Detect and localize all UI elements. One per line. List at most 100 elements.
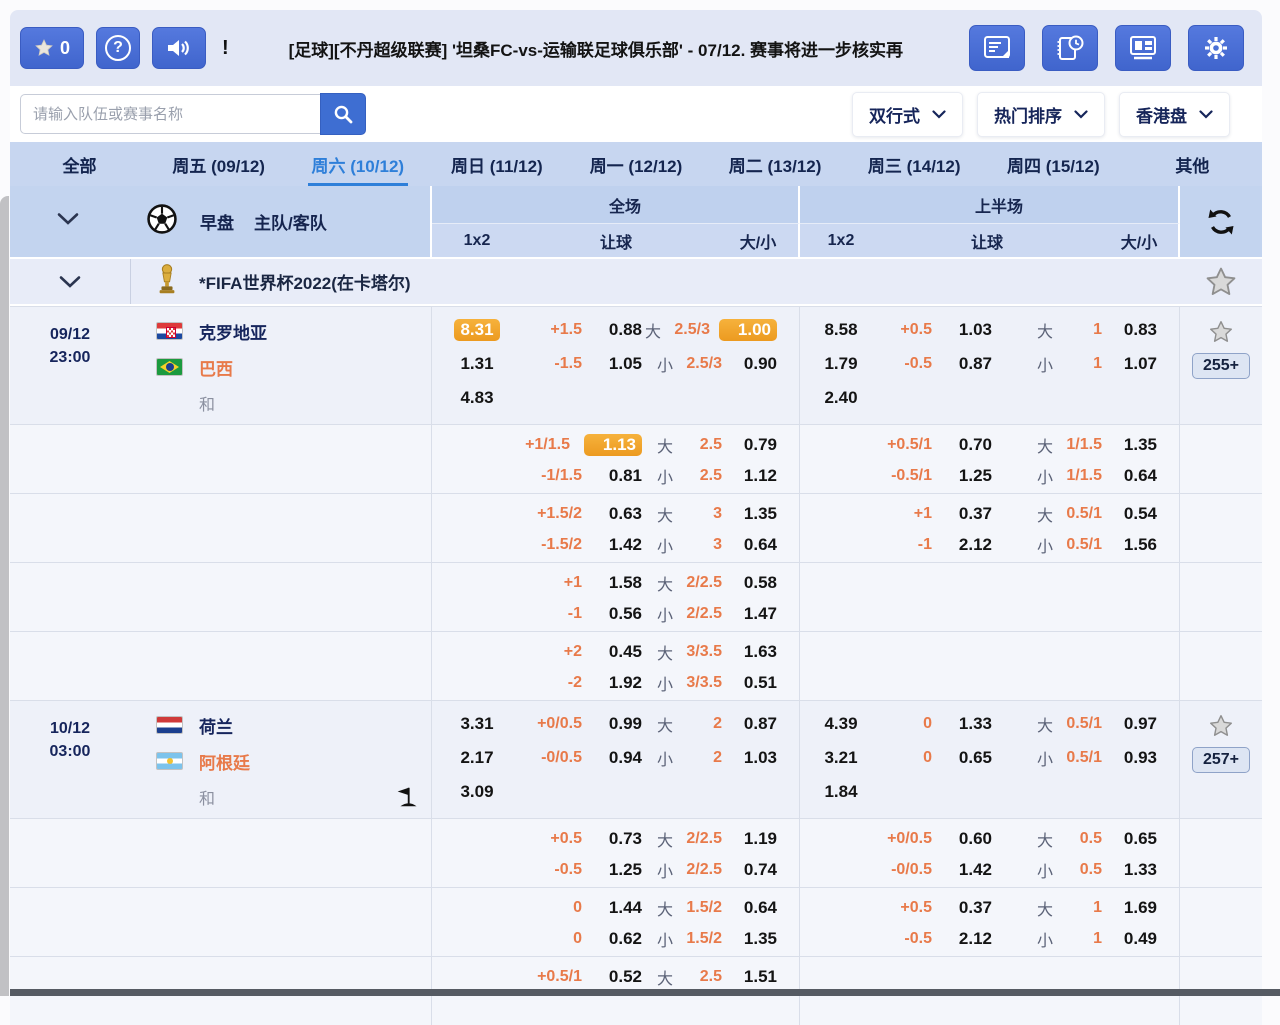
odds-over-under[interactable]: 小30.64 bbox=[662, 529, 799, 560]
odds-over-under[interactable]: 大3/3.51.63 bbox=[662, 636, 799, 667]
odds-handicap[interactable]: -1.5/21.42 bbox=[522, 529, 662, 560]
search-input[interactable] bbox=[20, 94, 320, 134]
match-favorite-star-icon[interactable] bbox=[1208, 319, 1234, 345]
odds-1x2[interactable]: 8.31 bbox=[454, 313, 499, 347]
odds-handicap[interactable]: -0.52.12 bbox=[882, 923, 1012, 954]
display-button[interactable] bbox=[1115, 25, 1171, 71]
odds-1x2[interactable]: 1.84 bbox=[824, 775, 857, 809]
settings-button[interactable] bbox=[1188, 25, 1244, 71]
odds-handicap[interactable]: +0.50.37 bbox=[882, 892, 1012, 923]
odds-over-under[interactable]: 大0.5/10.54 bbox=[1012, 498, 1179, 529]
tab-4[interactable]: 周一 (12/12) bbox=[566, 142, 705, 186]
odds-handicap[interactable]: +0.5/10.52 bbox=[522, 961, 662, 992]
odds-over-under[interactable]: 大2.5/31.00 bbox=[662, 313, 799, 347]
odds-over-under[interactable]: 小1/1.50.64 bbox=[1012, 460, 1179, 491]
odds-1x2[interactable]: 3.09 bbox=[460, 775, 493, 809]
favorites-button[interactable]: 0 bbox=[20, 27, 84, 69]
odds-handicap[interactable]: 00.62 bbox=[522, 923, 662, 954]
refresh-icon[interactable] bbox=[1206, 207, 1236, 237]
bet-record-button[interactable] bbox=[969, 25, 1025, 71]
odds-over-under[interactable]: 小2/2.51.47 bbox=[662, 598, 799, 629]
odds-over-under[interactable]: 小1.5/21.35 bbox=[662, 923, 799, 954]
odds-over-under[interactable]: 小2/2.50.74 bbox=[662, 854, 799, 885]
announcement-marquee[interactable]: [足球][不丹超级联赛] '坦桑FC-vs-运输联足球俱乐部' - 07/12.… bbox=[237, 36, 955, 61]
tab-8[interactable]: 其他 bbox=[1123, 142, 1262, 186]
odds-1x2[interactable]: 8.58 bbox=[824, 313, 857, 347]
odds-handicap[interactable]: 00.65 bbox=[882, 741, 1012, 775]
match-favorite-star-icon[interactable] bbox=[1208, 713, 1234, 739]
odds-1x2[interactable]: 2.17 bbox=[460, 741, 493, 775]
tab-5[interactable]: 周二 (13/12) bbox=[706, 142, 845, 186]
sound-button[interactable] bbox=[152, 27, 206, 69]
tab-0[interactable]: 全部 bbox=[10, 142, 149, 186]
odds-over-under[interactable]: 小2.51.12 bbox=[662, 460, 799, 491]
odds-over-under[interactable]: 大0.50.65 bbox=[1012, 823, 1179, 854]
tab-7[interactable]: 周四 (15/12) bbox=[984, 142, 1123, 186]
tab-6[interactable]: 周三 (14/12) bbox=[845, 142, 984, 186]
more-markets-button[interactable]: 255+ bbox=[1192, 353, 1250, 379]
filter-dropdown-1[interactable]: 热门排序 bbox=[977, 92, 1105, 137]
odds-handicap[interactable]: -0.50.87 bbox=[882, 347, 1012, 381]
odds-over-under[interactable]: 小0.5/11.56 bbox=[1012, 529, 1179, 560]
odds-handicap[interactable]: -10.56 bbox=[522, 598, 662, 629]
odds-over-under[interactable]: 小0.5/10.93 bbox=[1012, 741, 1179, 775]
league-favorite-star-icon[interactable] bbox=[1204, 265, 1238, 299]
odds-handicap[interactable]: +11.58 bbox=[522, 567, 662, 598]
search-button[interactable] bbox=[320, 93, 366, 135]
odds-handicap[interactable]: +1/1.51.13 bbox=[522, 429, 662, 460]
odds-handicap[interactable]: -12.12 bbox=[882, 529, 1012, 560]
odds-over-under[interactable]: 小2.5/30.90 bbox=[662, 347, 799, 381]
corner-flag-icon[interactable] bbox=[393, 785, 417, 814]
odds-handicap[interactable]: +10.37 bbox=[882, 498, 1012, 529]
odds-over-under[interactable]: 大10.83 bbox=[1012, 313, 1179, 347]
odds-1x2[interactable]: 1.79 bbox=[824, 347, 857, 381]
odds-over-under[interactable]: 小21.03 bbox=[662, 741, 799, 775]
odds-handicap[interactable]: -0/0.51.42 bbox=[882, 854, 1012, 885]
odds-handicap[interactable]: 01.44 bbox=[522, 892, 662, 923]
odds-over-under[interactable]: 小10.49 bbox=[1012, 923, 1179, 954]
odds-handicap[interactable]: -0.5/11.25 bbox=[882, 460, 1012, 491]
odds-handicap[interactable]: -1.51.05 bbox=[522, 347, 662, 381]
odds-1x2[interactable]: 3.31 bbox=[460, 707, 493, 741]
league-collapse-chevron[interactable] bbox=[10, 259, 130, 304]
odds-over-under[interactable]: 大2/2.50.58 bbox=[662, 567, 799, 598]
league-name[interactable]: *FIFA世界杯2022(在卡塔尔) bbox=[199, 269, 411, 294]
home-team-name[interactable]: 克罗地亚 bbox=[199, 319, 267, 344]
tab-2[interactable]: 周六 (10/12) bbox=[288, 142, 427, 186]
help-button[interactable]: ? bbox=[96, 27, 140, 69]
tab-3[interactable]: 周日 (11/12) bbox=[427, 142, 566, 186]
filter-dropdown-2[interactable]: 香港盘 bbox=[1119, 92, 1230, 137]
odds-1x2[interactable]: 3.21 bbox=[824, 741, 857, 775]
odds-over-under[interactable]: 大1.5/20.64 bbox=[662, 892, 799, 923]
odds-handicap[interactable]: 01.33 bbox=[882, 707, 1012, 741]
odds-over-under[interactable]: 大2/2.51.19 bbox=[662, 823, 799, 854]
odds-1x2[interactable]: 1.31 bbox=[460, 347, 493, 381]
odds-handicap[interactable]: -21.92 bbox=[522, 667, 662, 698]
odds-over-under[interactable]: 大20.87 bbox=[662, 707, 799, 741]
odds-over-under[interactable]: 小3/3.50.51 bbox=[662, 667, 799, 698]
odds-handicap[interactable]: +0.51.03 bbox=[882, 313, 1012, 347]
away-team-name[interactable]: 阿根廷 bbox=[199, 749, 250, 774]
filter-dropdown-0[interactable]: 双行式 bbox=[852, 92, 963, 137]
odds-handicap[interactable]: -0/0.50.94 bbox=[522, 741, 662, 775]
odds-handicap[interactable]: +20.45 bbox=[522, 636, 662, 667]
odds-handicap[interactable]: +0.5/10.70 bbox=[882, 429, 1012, 460]
odds-1x2[interactable]: 4.39 bbox=[824, 707, 857, 741]
odds-handicap[interactable]: +0.50.73 bbox=[522, 823, 662, 854]
tab-1[interactable]: 周五 (09/12) bbox=[149, 142, 288, 186]
odds-handicap[interactable]: +0/0.50.60 bbox=[882, 823, 1012, 854]
collapse-all-chevron[interactable] bbox=[56, 212, 80, 231]
odds-handicap[interactable]: -0.51.25 bbox=[522, 854, 662, 885]
away-team-name[interactable]: 巴西 bbox=[199, 355, 233, 380]
odds-1x2[interactable]: 2.40 bbox=[824, 381, 857, 415]
odds-1x2[interactable]: 4.83 bbox=[460, 381, 493, 415]
odds-handicap[interactable]: +1.5/20.63 bbox=[522, 498, 662, 529]
odds-over-under[interactable]: 小11.07 bbox=[1012, 347, 1179, 381]
odds-over-under[interactable]: 大1/1.51.35 bbox=[1012, 429, 1179, 460]
home-team-name[interactable]: 荷兰 bbox=[199, 713, 233, 738]
odds-handicap[interactable]: -1/1.50.81 bbox=[522, 460, 662, 491]
odds-over-under[interactable]: 大11.69 bbox=[1012, 892, 1179, 923]
more-markets-button[interactable]: 257+ bbox=[1192, 747, 1250, 773]
odds-over-under[interactable]: 大31.35 bbox=[662, 498, 799, 529]
odds-handicap[interactable]: +0/0.50.99 bbox=[522, 707, 662, 741]
